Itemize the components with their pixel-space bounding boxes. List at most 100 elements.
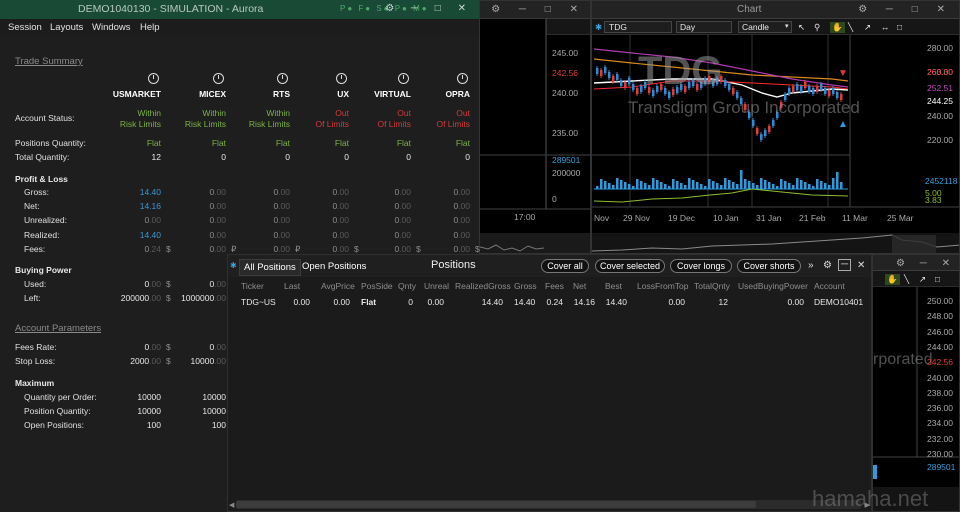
account-status-value: Out [456, 108, 470, 118]
chart-symbol-watermark: TDG [638, 49, 723, 93]
arrow-tool-icon[interactable]: ↗ [919, 274, 926, 285]
positions-column-header[interactable]: Best [605, 281, 622, 291]
positions-column-header[interactable]: UsedBuyingPower [738, 281, 808, 291]
rectangle-tool-icon[interactable]: □ [897, 22, 902, 32]
chevron-down-icon[interactable]: ▾ [785, 22, 789, 30]
cover-all-button[interactable]: Cover all [541, 259, 589, 273]
tab-open-positions[interactable]: Open Positions [298, 259, 370, 274]
positions-cell: TDG~US [241, 297, 276, 307]
positions-column-header[interactable]: Ticker [241, 281, 264, 291]
trade-summary-heading[interactable]: Trade Summary [15, 56, 83, 67]
positions-column-header[interactable]: AvgPrice [321, 281, 355, 291]
maximum-value: 10000 [137, 392, 161, 402]
fees-rate-label: Fees Rate: [15, 342, 57, 352]
cover-shorts-button[interactable]: Cover shorts [737, 259, 801, 273]
date-axis-label: 21 Feb [799, 213, 826, 223]
maximum-value: 10000 [202, 406, 226, 416]
time-axis-label: 17:00 [514, 212, 536, 222]
price-axis-label: 240.00 [552, 88, 578, 98]
tab-all-positions[interactable]: All Positions [239, 259, 301, 276]
rectangle-tool-icon[interactable]: □ [935, 274, 940, 284]
scrollbar-thumb[interactable] [236, 501, 756, 508]
numeric-value: 200000.00 [101, 293, 161, 303]
pl-value: 0.00 [289, 215, 349, 225]
horizontal-line-icon[interactable]: ↔ [881, 22, 890, 32]
price-axis-label: 236.00 [927, 403, 953, 414]
hand-icon[interactable]: ✋ [885, 274, 900, 285]
line-tool-icon[interactable]: ╲ [904, 274, 909, 285]
positions-column-header[interactable]: Gross [514, 281, 537, 291]
account-parameters-heading[interactable]: Account Parameters [15, 323, 101, 334]
positions-column-header[interactable]: RealizedGross [455, 281, 511, 291]
pl-value: 0.00 [351, 215, 411, 225]
pl-value: 0.00 [351, 244, 411, 254]
line-tool-icon[interactable]: ╲ [848, 22, 853, 33]
window-controls[interactable]: ⚙ ─ □ ✕ [385, 3, 473, 14]
positions-column-header[interactable]: Qnty [398, 281, 416, 291]
positions-quantity-value: Flat [211, 138, 226, 148]
zoom-icon[interactable]: ⚲ [814, 22, 820, 33]
hand-icon[interactable]: ✋ [830, 22, 845, 33]
pl-value-integer: 14.40 [139, 229, 161, 240]
pl-value-decimal: .00 [337, 201, 349, 212]
arrow-tool-icon[interactable]: ↗ [864, 22, 871, 33]
settings-icon[interactable]: ✱ [595, 22, 602, 33]
value-decimal: .00 [149, 293, 161, 303]
account-titlebar[interactable]: DEMO1040130 - SIMULATION - Aurora P● F● … [0, 0, 479, 19]
positions-cell: DEMO10401 [814, 297, 864, 307]
pl-value: 14.40 [101, 230, 161, 240]
positions-column-header[interactable]: PosSide [361, 281, 393, 291]
cursor-icon[interactable]: ↖ [798, 22, 805, 33]
close-icon[interactable]: ✕ [857, 260, 865, 271]
positions-quantity-value: Flat [396, 138, 411, 148]
scroll-left-icon[interactable]: ◀ [229, 501, 234, 509]
maximum-value: 100 [146, 420, 161, 430]
date-axis-label: 31 Jan [756, 213, 782, 223]
profit-loss-heading: Profit & Loss [15, 174, 68, 184]
value-integer: 1000000 [181, 293, 215, 303]
pl-value: 0.00 [289, 230, 349, 240]
positions-title: Positions [431, 259, 476, 271]
volume-axis-label: 289501 [552, 155, 581, 165]
cover-selected-button[interactable]: Cover selected [595, 259, 665, 273]
maximum-row-label: Quantity per Order: [24, 392, 97, 402]
account-status-value: Risk Limits [184, 119, 226, 129]
positions-column-header[interactable]: TotalQnty [694, 281, 730, 291]
positions-column-header[interactable]: Unreal [424, 281, 449, 291]
gear-icon[interactable]: ⚙ [823, 260, 832, 271]
pl-value: 0.00 [410, 230, 470, 240]
pl-value: 0.00 [166, 215, 226, 225]
pl-value: 0.00 [166, 244, 226, 254]
clock-icon [336, 73, 347, 84]
window-controls[interactable]: ⚙ ─ ✕ [896, 258, 956, 269]
menu-session[interactable]: Session [8, 22, 42, 33]
pl-value-decimal: .00 [458, 215, 470, 226]
horizontal-scrollbar[interactable] [236, 500, 861, 509]
ma-price-tag: 252.51 [927, 83, 953, 93]
positions-column-header[interactable]: Account [814, 281, 845, 291]
pl-value-decimal: .00 [458, 187, 470, 197]
menu-windows[interactable]: Windows [92, 22, 131, 33]
window-controls[interactable]: ⚙ ─ □ ✕ [858, 4, 953, 15]
positions-column-header[interactable]: Last [284, 281, 300, 291]
value-integer: 200000 [120, 293, 150, 303]
more-icon[interactable]: » [808, 260, 814, 271]
positions-column-header[interactable]: LossFromTop [637, 281, 689, 291]
positions-cell: 14.40 [481, 297, 503, 307]
positions-column-header[interactable]: Net [573, 281, 586, 291]
minimize-icon[interactable]: ─ [838, 259, 852, 271]
numeric-value: 1000000.00 [166, 293, 226, 303]
positions-column-header[interactable]: Fees [545, 281, 564, 291]
pl-value-decimal: .00 [337, 229, 349, 240]
menu-help[interactable]: Help [140, 22, 160, 33]
pl-value: 0.24 [101, 244, 161, 254]
positions-quantity-value: Flat [275, 138, 290, 148]
price-axis-label: 220.00 [927, 135, 953, 145]
pl-value-decimal: .00 [337, 243, 349, 254]
account-status-value: Within [202, 108, 226, 118]
value-integer: 10000 [190, 356, 215, 366]
settings-icon[interactable]: ✱ [230, 261, 237, 270]
cover-longs-button[interactable]: Cover longs [670, 259, 732, 273]
menu-layouts[interactable]: Layouts [50, 22, 83, 33]
window-controls[interactable]: ⚙ ─ □ ✕ [491, 4, 586, 15]
